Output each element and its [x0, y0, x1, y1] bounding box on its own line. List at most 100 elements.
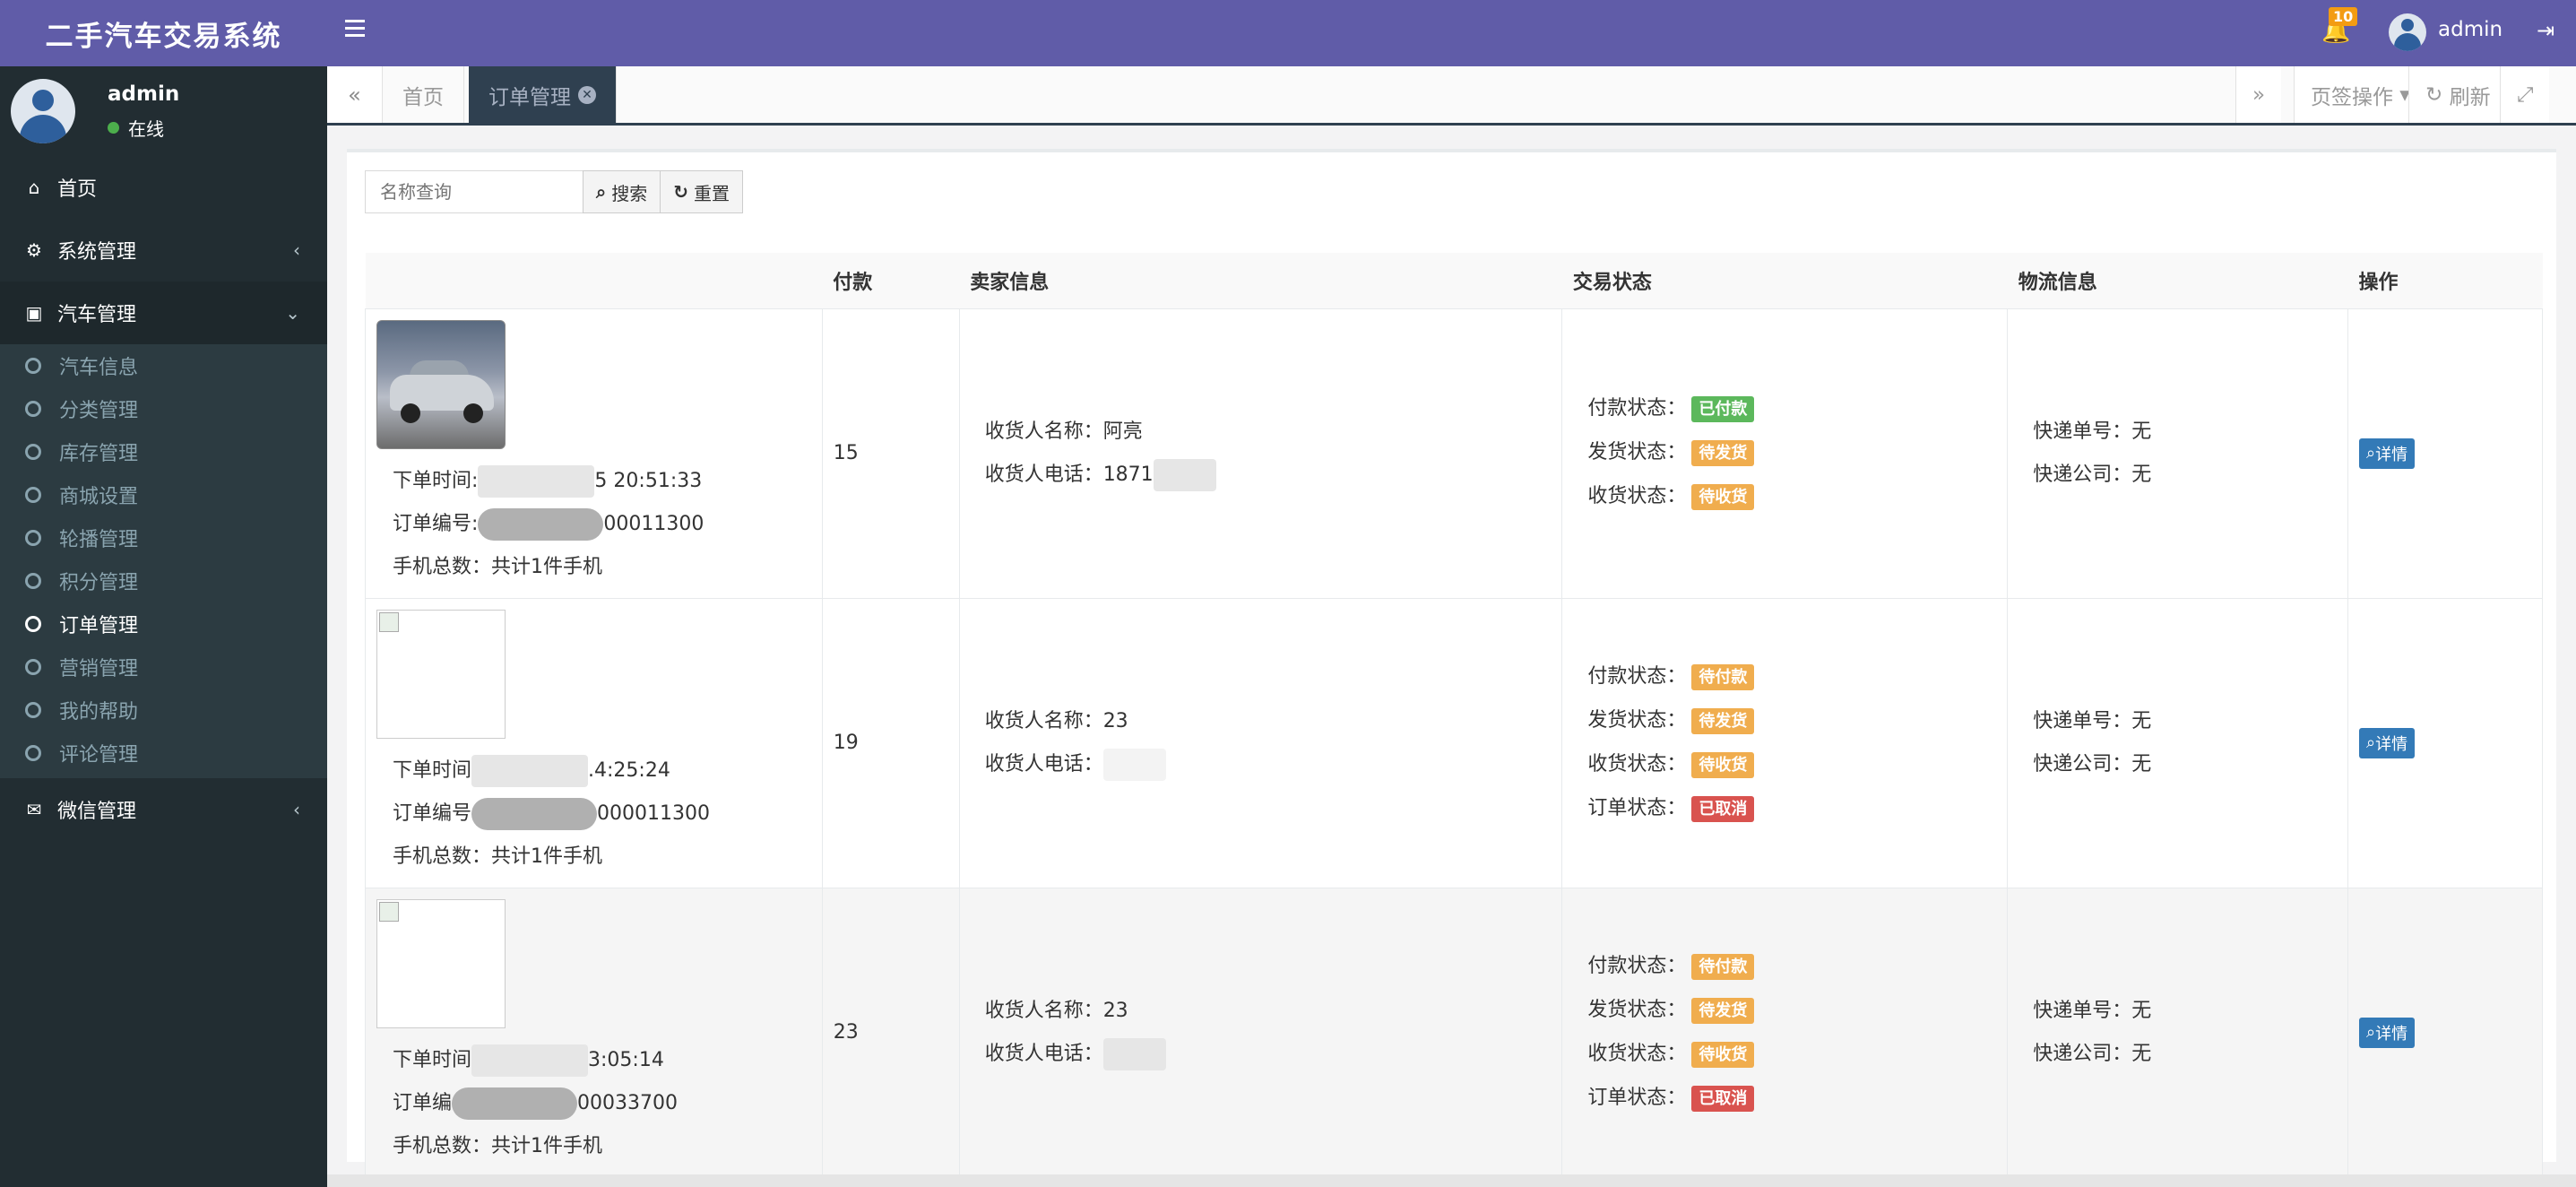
broken-image-thumbnail[interactable] — [376, 898, 506, 1028]
search-bar: ⌕搜索 ↻重置 — [365, 170, 743, 213]
page-actions-dropdown[interactable]: 页签操作 ▾ — [2294, 66, 2426, 123]
courier-company: 快递公司：无 — [2033, 752, 2152, 775]
tabs-scroll-left-icon[interactable]: « — [327, 66, 383, 123]
circle-icon — [25, 358, 41, 374]
header-username[interactable]: admin — [2438, 18, 2503, 41]
submenu-help[interactable]: 我的帮助 — [0, 689, 327, 732]
submenu-orders[interactable]: 订单管理 — [0, 602, 327, 645]
fullscreen-icon[interactable]: ⤢ — [2500, 66, 2550, 123]
table-row: 下单时间 .4:25:24 订单编号 000011300 手机总数：共计1件手机 1… — [365, 597, 2543, 888]
courier-company: 快递公司：无 — [2033, 463, 2152, 486]
broken-image-thumbnail[interactable] — [376, 609, 506, 739]
receipt-status: 收货状态： 待收货 — [1573, 475, 2007, 519]
circle-icon — [25, 530, 41, 546]
submenu-car-info[interactable]: 汽车信息 — [0, 344, 327, 387]
column-header — [365, 253, 823, 309]
refresh-button[interactable]: ↻ 刷新 — [2408, 66, 2507, 123]
seller-cell: 收货人名称：23 收货人电话： — [958, 597, 1563, 888]
orders-card: ⌕搜索 ↻重置 付款 卖家信息 交易状态 物流信息 操作 — [347, 149, 2556, 1178]
submenu-carousel[interactable]: 轮播管理 — [0, 516, 327, 559]
status-badge: 已取消 — [1691, 1085, 1755, 1112]
submenu-inventory[interactable]: 库存管理 — [0, 430, 327, 473]
notification-badge: 10 — [2329, 7, 2358, 26]
sidebar-item-wechat[interactable]: ✉ 微信管理 ‹ — [0, 778, 327, 841]
sidebar-item-car[interactable]: ▣ 汽车管理 ⌄ — [0, 282, 327, 344]
circle-icon — [25, 401, 41, 417]
avatar — [11, 79, 75, 143]
shipping-status: 发货状态： 待发货 — [1573, 989, 2007, 1033]
header-avatar[interactable] — [2389, 13, 2426, 51]
sidebar-item-home[interactable]: ⌂ 首页 — [0, 156, 327, 219]
order-cell: 下单时间 .4:25:24 订单编号 000011300 手机总数：共计1件手机 — [365, 597, 823, 888]
status-badge: 待收货 — [1691, 751, 1755, 778]
status-badge: 已付款 — [1691, 396, 1755, 422]
status-badge: 待发货 — [1691, 440, 1755, 466]
top-header: 🔔 10 admin ⇥ — [327, 0, 2576, 66]
circle-icon — [25, 487, 41, 503]
order-time: 下单时间: 5 20:51:33 — [393, 460, 704, 503]
refresh-icon: ↻ — [673, 181, 688, 203]
status-cell: 付款状态： 待付款 发货状态： 待发货 收货状态： 待收货 订单状态： 已取消 — [1561, 887, 2009, 1178]
action-cell: ⌕ 详情 — [2347, 308, 2543, 599]
tab-home[interactable]: 首页 — [383, 66, 464, 123]
search-icon: ⌕ — [596, 181, 607, 203]
status-badge: 待发货 — [1691, 997, 1755, 1024]
payment-cell: 15 — [821, 308, 960, 599]
user-name: admin — [108, 82, 180, 106]
order-number: 订单编号 000011300 — [393, 793, 710, 836]
detail-button[interactable]: ⌕ 详情 — [2359, 727, 2416, 758]
menu-toggle-icon[interactable] — [345, 20, 365, 38]
receipt-status: 收货状态： 待收货 — [1573, 1033, 2007, 1077]
order-total: 手机总数：共计1件手机 — [393, 845, 602, 868]
order-status: 订单状态： 已取消 — [1573, 1077, 2007, 1121]
submenu-mall-settings[interactable]: 商城设置 — [0, 473, 327, 516]
receiver-name: 收货人名称：阿亮 — [984, 420, 1143, 443]
action-cell: ⌕ 详情 — [2347, 887, 2543, 1178]
sidebar-item-system[interactable]: ⚙ 系统管理 ‹ — [0, 219, 327, 282]
circle-icon — [25, 702, 41, 718]
reset-button[interactable]: ↻ 重置 — [660, 170, 743, 213]
horizontal-scrollbar[interactable] — [327, 1174, 2576, 1187]
orders-table: 付款 卖家信息 交易状态 物流信息 操作 下单时间: 5 20:51:33 订单… — [365, 253, 2543, 1178]
detail-button[interactable]: ⌕ 详情 — [2359, 438, 2416, 469]
receiver-phone: 收货人电话： — [971, 1033, 1562, 1076]
receiver-phone: 收货人电话：1871 — [971, 454, 1562, 497]
payment-status: 付款状态： 待付款 — [1573, 945, 2007, 989]
submenu-marketing[interactable]: 营销管理 — [0, 645, 327, 689]
status-cell: 付款状态： 待付款 发货状态： 待发货 收货状态： 待收货 订单状态： 已取消 — [1561, 597, 2009, 888]
search-input[interactable] — [365, 170, 583, 213]
submenu-comments[interactable]: 评论管理 — [0, 732, 327, 775]
order-time: 下单时间 3:05:14 — [393, 1039, 678, 1082]
column-header: 付款 — [822, 253, 960, 309]
receipt-status: 收货状态： 待收货 — [1573, 743, 2007, 787]
column-header: 交易状态 — [1561, 253, 2008, 309]
broken-image-icon — [379, 901, 399, 922]
shipping-status: 发货状态： 待发货 — [1573, 431, 2007, 475]
submenu-category[interactable]: 分类管理 — [0, 387, 327, 430]
status-cell: 付款状态： 已付款 发货状态： 待发货 收货状态： 待收货 — [1561, 308, 2009, 599]
receiver-name: 收货人名称：23 — [984, 709, 1128, 732]
order-number: 订单编 00033700 — [393, 1082, 678, 1125]
close-icon[interactable]: ✕ — [578, 85, 596, 104]
table-header-row: 付款 卖家信息 交易状态 物流信息 操作 — [365, 253, 2543, 309]
order-status: 订单状态： 已取消 — [1573, 787, 2007, 831]
car-thumbnail[interactable] — [376, 319, 506, 449]
logout-icon[interactable]: ⇥ — [2537, 18, 2554, 43]
order-number: 订单编号: 00011300 — [393, 503, 704, 546]
tracking-number: 快递单号：无 — [2033, 709, 2152, 732]
submenu-points[interactable]: 积分管理 — [0, 559, 327, 602]
tracking-number: 快递单号：无 — [2033, 420, 2152, 443]
detail-button[interactable]: ⌕ 详情 — [2359, 1017, 2416, 1048]
circle-icon — [25, 745, 41, 761]
home-icon: ⌂ — [28, 177, 40, 198]
tabs-scroll-right-icon[interactable]: » — [2235, 66, 2282, 123]
tab-orders[interactable]: 订单管理 ✕ — [469, 66, 617, 123]
status-badge: 待发货 — [1691, 707, 1755, 734]
seller-cell: 收货人名称：阿亮 收货人电话：1871 — [958, 308, 1563, 599]
sidebar: 二手汽车交易系统 admin 在线 ⌂ 首页 ⚙ 系统管理 ‹ ▣ 汽车管理 ⌄ 汽车… — [0, 0, 327, 1187]
search-button[interactable]: ⌕ 搜索 — [583, 170, 661, 213]
app-title: 二手汽车交易系统 — [0, 0, 327, 66]
order-cell: 下单时间: 5 20:51:33 订单编号: 00011300 手机总数：共计1件手… — [365, 308, 823, 599]
circle-icon — [25, 573, 41, 589]
circle-icon — [25, 659, 41, 675]
